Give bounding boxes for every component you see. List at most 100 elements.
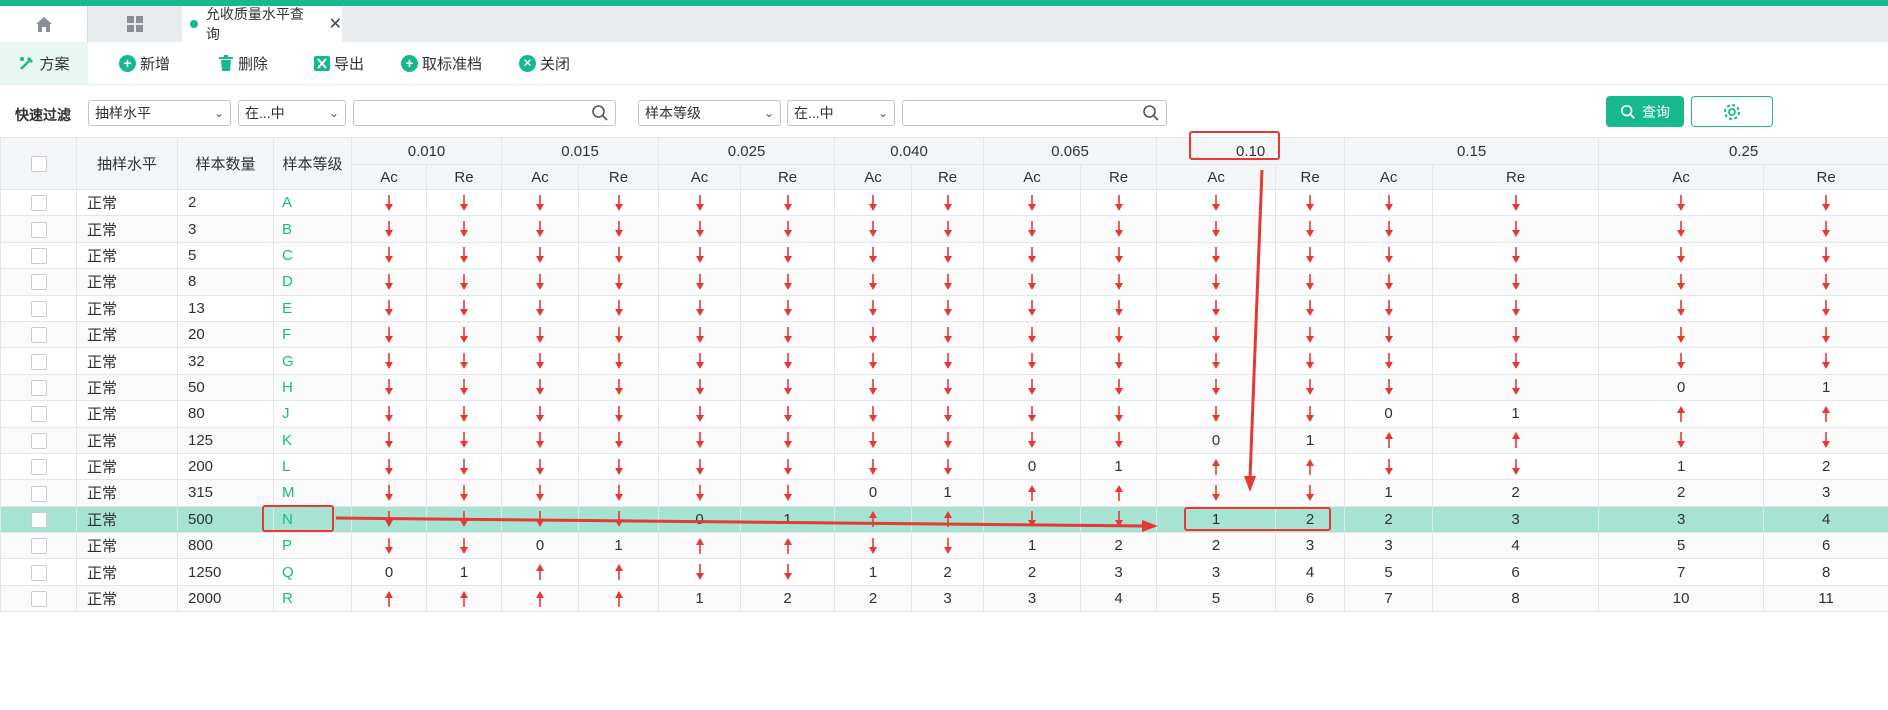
table-row[interactable]: 正常 125 K 0 1 bbox=[0, 426, 1888, 454]
cell-arrow bbox=[983, 241, 1082, 270]
row-checkbox[interactable] bbox=[30, 353, 47, 370]
row-checkbox-cell[interactable] bbox=[0, 400, 77, 428]
row-checkbox[interactable] bbox=[30, 247, 47, 264]
search-icon[interactable] bbox=[591, 104, 609, 122]
row-checkbox[interactable] bbox=[30, 327, 47, 344]
select-all-cell[interactable] bbox=[0, 137, 77, 190]
table-row[interactable]: 正常 32 G bbox=[0, 347, 1888, 375]
table-row[interactable]: 正常 315 M 0 1 1 2 2 3 bbox=[0, 479, 1888, 507]
cell-arrow bbox=[1344, 373, 1434, 402]
unset-standard-button[interactable]: + 取标准档 bbox=[401, 50, 482, 76]
cell-arrow bbox=[983, 400, 1082, 428]
cell-arrow bbox=[351, 532, 427, 560]
row-checkbox-cell[interactable] bbox=[0, 505, 77, 534]
arrow-down-icon bbox=[1822, 326, 1831, 343]
row-checkbox-cell[interactable] bbox=[0, 215, 77, 243]
table-row[interactable]: 正常 800 P 0 1 1 2 2 3 3 4 5 6 bbox=[0, 532, 1888, 560]
row-checkbox-cell[interactable] bbox=[0, 479, 77, 507]
row-checkbox-cell[interactable] bbox=[0, 426, 77, 454]
tab-home[interactable] bbox=[0, 6, 88, 42]
scheme-button[interactable]: 方案 bbox=[0, 42, 88, 84]
close-icon[interactable]: ✕ bbox=[329, 14, 342, 34]
arrow-down-icon bbox=[1114, 353, 1123, 370]
arrow-down-icon bbox=[460, 405, 468, 422]
select-all-checkbox[interactable] bbox=[30, 156, 47, 173]
table-row[interactable]: 正常 200 L 0 1 1 2 bbox=[0, 452, 1888, 481]
cell-arrow bbox=[834, 373, 913, 402]
row-checkbox[interactable] bbox=[30, 564, 47, 581]
row-checkbox-cell[interactable] bbox=[0, 294, 77, 322]
row-checkbox-cell[interactable] bbox=[0, 347, 77, 375]
cell-arrow bbox=[834, 320, 913, 349]
table-row[interactable]: 正常 8 D bbox=[0, 268, 1888, 296]
table-row[interactable]: 正常 3 B bbox=[0, 215, 1888, 243]
query-button[interactable]: 查询 bbox=[1606, 96, 1684, 127]
arrow-down-icon bbox=[1028, 326, 1037, 343]
cell-ac: 0 bbox=[1156, 426, 1277, 454]
table-row[interactable]: 正常 13 E bbox=[0, 294, 1888, 322]
row-checkbox[interactable] bbox=[30, 459, 47, 476]
table-row[interactable]: 正常 2000 R 1 2 2 3 3 4 5 6 7 8 10 11 bbox=[0, 584, 1888, 613]
cell-re: 1 bbox=[578, 532, 660, 560]
row-checkbox[interactable] bbox=[30, 274, 47, 291]
close-button[interactable]: ✕ 关闭 bbox=[519, 50, 570, 76]
row-checkbox-cell[interactable] bbox=[0, 268, 77, 296]
search-icon[interactable] bbox=[1142, 104, 1160, 122]
settings-button[interactable] bbox=[1691, 96, 1773, 127]
filter-operator-select-1[interactable]: 在...中 ⌄ bbox=[238, 100, 346, 126]
table-row[interactable]: 正常 1250 Q 0 1 1 2 2 3 3 4 5 6 7 8 bbox=[0, 558, 1888, 586]
row-checkbox[interactable] bbox=[30, 221, 47, 238]
table-row[interactable]: 正常 20 F bbox=[0, 320, 1888, 349]
table-row[interactable]: 正常 80 J 0 1 bbox=[0, 400, 1888, 428]
arrow-down-icon bbox=[460, 485, 468, 501]
cell-level: 正常 bbox=[76, 215, 178, 243]
arrow-down-icon bbox=[783, 379, 792, 396]
add-button[interactable]: + 新增 bbox=[119, 50, 170, 76]
table-row[interactable]: 正常 5 C bbox=[0, 241, 1888, 270]
arrow-down-icon bbox=[943, 273, 952, 290]
arrow-down-icon bbox=[1212, 273, 1221, 290]
row-checkbox[interactable] bbox=[30, 432, 47, 449]
filter-operator-select-2[interactable]: 在...中 ⌄ bbox=[787, 100, 895, 126]
table-row[interactable]: 正常 50 H 0 1 bbox=[0, 373, 1888, 402]
row-checkbox[interactable] bbox=[30, 379, 47, 396]
delete-button[interactable]: 删除 bbox=[217, 50, 268, 76]
cell-count: 2000 bbox=[177, 584, 274, 613]
header-level[interactable]: 抽样水平 bbox=[76, 137, 178, 190]
row-checkbox-cell[interactable] bbox=[0, 532, 77, 560]
row-checkbox[interactable] bbox=[30, 511, 47, 528]
filter-field-select-1[interactable]: 抽样水平 ⌄ bbox=[88, 100, 231, 126]
row-checkbox-cell[interactable] bbox=[0, 188, 77, 217]
cell-arrow bbox=[351, 241, 427, 270]
filter-value-input-1[interactable] bbox=[353, 100, 616, 126]
row-checkbox[interactable] bbox=[30, 538, 47, 555]
row-checkbox-cell[interactable] bbox=[0, 452, 77, 481]
header-grade[interactable]: 样本等级 bbox=[273, 137, 352, 190]
row-checkbox-cell[interactable] bbox=[0, 373, 77, 402]
arrow-down-icon bbox=[1384, 458, 1393, 475]
row-checkbox-cell[interactable] bbox=[0, 241, 77, 270]
row-checkbox-cell[interactable] bbox=[0, 320, 77, 349]
tab-aql-query[interactable]: 允收质量水平查询 ✕ bbox=[182, 6, 342, 42]
table-row[interactable]: 正常 2 A bbox=[0, 188, 1888, 217]
cell-arrow bbox=[425, 426, 503, 454]
cell-arrow bbox=[740, 347, 836, 375]
row-checkbox[interactable] bbox=[30, 300, 47, 317]
header-count[interactable]: 样本数量 bbox=[177, 137, 274, 190]
row-checkbox[interactable] bbox=[30, 195, 47, 212]
export-button[interactable]: 导出 bbox=[313, 50, 364, 76]
row-checkbox-cell[interactable] bbox=[0, 558, 77, 586]
cell-arrow bbox=[834, 215, 913, 243]
row-checkbox-cell[interactable] bbox=[0, 584, 77, 613]
row-checkbox[interactable] bbox=[30, 406, 47, 423]
arrow-down-icon bbox=[869, 326, 878, 343]
cell-ac: 1 bbox=[1156, 505, 1277, 534]
filter-value-input-2[interactable] bbox=[902, 100, 1167, 126]
tab-app-grid[interactable] bbox=[90, 6, 180, 42]
filter-field-select-2[interactable]: 样本等级 ⌄ bbox=[638, 100, 781, 126]
row-checkbox[interactable] bbox=[30, 485, 47, 502]
cell-arrow bbox=[658, 320, 742, 349]
table-row[interactable]: 正常 500 N 0 1 1 2 2 3 3 4 bbox=[0, 505, 1888, 534]
arrow-down-icon bbox=[1212, 326, 1221, 343]
row-checkbox[interactable] bbox=[30, 591, 47, 608]
